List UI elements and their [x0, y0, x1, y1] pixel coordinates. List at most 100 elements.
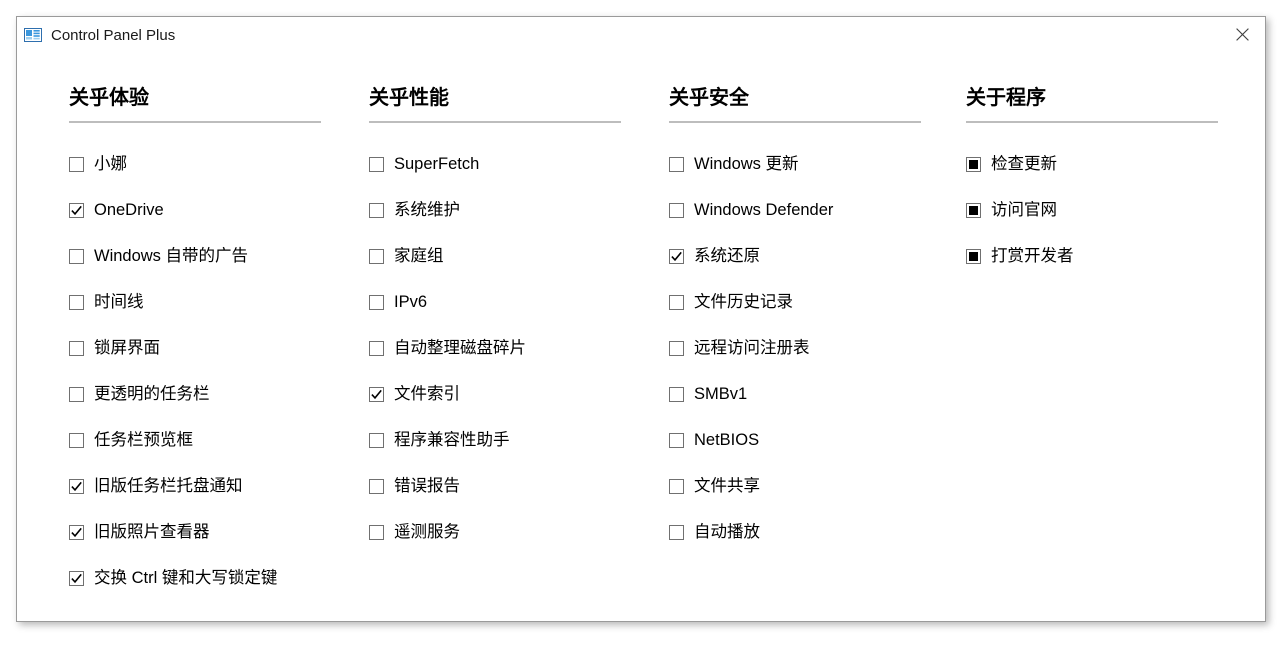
checkbox-item[interactable]: NetBIOS [669, 417, 921, 463]
checkbox-label: 自动播放 [694, 522, 760, 541]
checkbox-label: 旧版照片查看器 [94, 522, 210, 541]
checkbox-label: 文件索引 [394, 384, 460, 403]
column-title: 关乎安全 [669, 87, 749, 109]
checkbox-item[interactable]: 打赏开发者 [966, 233, 1218, 279]
column-divider [369, 121, 621, 123]
checkbox-item[interactable]: 文件历史记录 [669, 279, 921, 325]
checkbox-label: 远程访问注册表 [694, 338, 810, 357]
checkbox-unchecked-icon [69, 248, 84, 264]
checkbox-label: 系统维护 [394, 200, 460, 219]
checkbox-label: 交换 Ctrl 键和大写锁定键 [94, 568, 278, 587]
checkbox-item[interactable]: 锁屏界面 [69, 325, 321, 371]
checkbox-item[interactable]: 文件索引 [369, 371, 621, 417]
checkbox-item[interactable]: 任务栏预览框 [69, 417, 321, 463]
checkbox-item[interactable]: 旧版任务栏托盘通知 [69, 463, 321, 509]
checkbox-checked-icon [69, 202, 84, 218]
column-title: 关乎体验 [69, 87, 149, 109]
checkbox-label: 文件共享 [694, 476, 760, 495]
checkbox-label: 系统还原 [694, 246, 760, 265]
checkbox-label: 自动整理磁盘碎片 [394, 338, 526, 357]
checkbox-unchecked-icon [669, 432, 684, 448]
checkbox-unchecked-icon [669, 524, 684, 540]
checkbox-item[interactable]: 自动整理磁盘碎片 [369, 325, 621, 371]
checkbox-item[interactable]: Windows 自带的广告 [69, 233, 321, 279]
checkbox-label: SuperFetch [394, 154, 480, 173]
settings-columns: 关乎体验小娜 OneDrive Windows 自带的广告 时间线锁屏界面更透明的任务… [17, 53, 1265, 621]
column-divider [69, 121, 321, 123]
checkbox-label: 遥测服务 [394, 522, 460, 541]
checkbox-filled-icon [966, 202, 981, 218]
checkbox-label: 任务栏预览框 [94, 430, 193, 449]
checkbox-checked-icon [69, 570, 84, 586]
checkbox-checked-icon [69, 524, 84, 540]
checkbox-label: 程序兼容性助手 [394, 430, 510, 449]
checkbox-label: 检查更新 [991, 154, 1057, 173]
checkbox-checked-icon [669, 248, 684, 264]
checkbox-unchecked-icon [69, 340, 84, 356]
checkbox-item[interactable]: Windows Defender [669, 187, 921, 233]
checkbox-label: 打赏开发者 [991, 246, 1074, 265]
checkbox-item[interactable]: 系统还原 [669, 233, 921, 279]
column-title: 关于程序 [966, 87, 1046, 109]
checkbox-item[interactable]: 远程访问注册表 [669, 325, 921, 371]
window-title: Control Panel Plus [51, 26, 176, 44]
checkbox-label: Windows 自带的广告 [94, 246, 249, 265]
column-divider [966, 121, 1218, 123]
checkbox-unchecked-icon [369, 156, 384, 172]
close-button[interactable] [1219, 17, 1265, 51]
checkbox-unchecked-icon [69, 386, 84, 402]
checkbox-label: 锁屏界面 [94, 338, 160, 357]
column-divider [669, 121, 921, 123]
checkbox-item[interactable]: 遥测服务 [369, 509, 621, 555]
checkbox-item[interactable]: 访问官网 [966, 187, 1218, 233]
checkbox-item[interactable]: SuperFetch [369, 141, 621, 187]
checkbox-list: SuperFetch 系统维护家庭组 IPv6 自动整理磁盘碎片 文件索引程序兼容性助手… [369, 141, 621, 555]
checkbox-item[interactable]: 家庭组 [369, 233, 621, 279]
checkbox-item[interactable]: 程序兼容性助手 [369, 417, 621, 463]
checkbox-unchecked-icon [369, 478, 384, 494]
checkbox-filled-icon [966, 248, 981, 264]
checkbox-unchecked-icon [669, 294, 684, 310]
title-bar: Control Panel Plus [17, 17, 1265, 53]
close-icon [1235, 27, 1249, 41]
checkbox-item[interactable]: 旧版照片查看器 [69, 509, 321, 555]
checkbox-unchecked-icon [369, 202, 384, 218]
checkbox-item[interactable]: 文件共享 [669, 463, 921, 509]
checkbox-label: 访问官网 [991, 200, 1057, 219]
app-window: Control Panel Plus 关乎体验小娜 OneDrive Windows… [16, 16, 1266, 622]
checkbox-label: 更透明的任务栏 [94, 384, 210, 403]
checkbox-unchecked-icon [669, 386, 684, 402]
checkbox-item[interactable]: IPv6 [369, 279, 621, 325]
checkbox-checked-icon [369, 386, 384, 402]
checkbox-item[interactable]: 检查更新 [966, 141, 1218, 187]
checkbox-label: SMBv1 [694, 384, 748, 403]
checkbox-item[interactable]: 系统维护 [369, 187, 621, 233]
checkbox-label: 文件历史记录 [694, 292, 793, 311]
checkbox-label: 家庭组 [394, 246, 444, 265]
checkbox-list: 小娜 OneDrive Windows 自带的广告 时间线锁屏界面更透明的任务栏 任务栏… [69, 141, 321, 601]
checkbox-item[interactable]: 错误报告 [369, 463, 621, 509]
checkbox-unchecked-icon [669, 156, 684, 172]
checkbox-list: Windows 更新 Windows Defender 系统还原文件历史记录 远程访问… [669, 141, 921, 555]
checkbox-item[interactable]: 更透明的任务栏 [69, 371, 321, 417]
checkbox-unchecked-icon [369, 248, 384, 264]
checkbox-unchecked-icon [69, 156, 84, 172]
checkbox-label: 时间线 [94, 292, 144, 311]
checkbox-unchecked-icon [369, 432, 384, 448]
checkbox-item[interactable]: 时间线 [69, 279, 321, 325]
checkbox-unchecked-icon [369, 340, 384, 356]
checkbox-item[interactable]: 自动播放 [669, 509, 921, 555]
checkbox-item[interactable]: Windows 更新 [669, 141, 921, 187]
checkbox-item[interactable]: 小娜 [69, 141, 321, 187]
checkbox-item[interactable]: OneDrive [69, 187, 321, 233]
checkbox-label: 小娜 [94, 154, 127, 173]
checkbox-unchecked-icon [669, 340, 684, 356]
checkbox-item[interactable]: 交换 Ctrl 键和大写锁定键 [69, 555, 321, 601]
checkbox-label: 错误报告 [394, 476, 460, 495]
checkbox-item[interactable]: SMBv1 [669, 371, 921, 417]
checkbox-unchecked-icon [369, 294, 384, 310]
checkbox-checked-icon [69, 478, 84, 494]
checkbox-list: 检查更新访问官网打赏开发者 [966, 141, 1218, 279]
checkbox-unchecked-icon [69, 294, 84, 310]
checkbox-label: IPv6 [394, 292, 428, 311]
